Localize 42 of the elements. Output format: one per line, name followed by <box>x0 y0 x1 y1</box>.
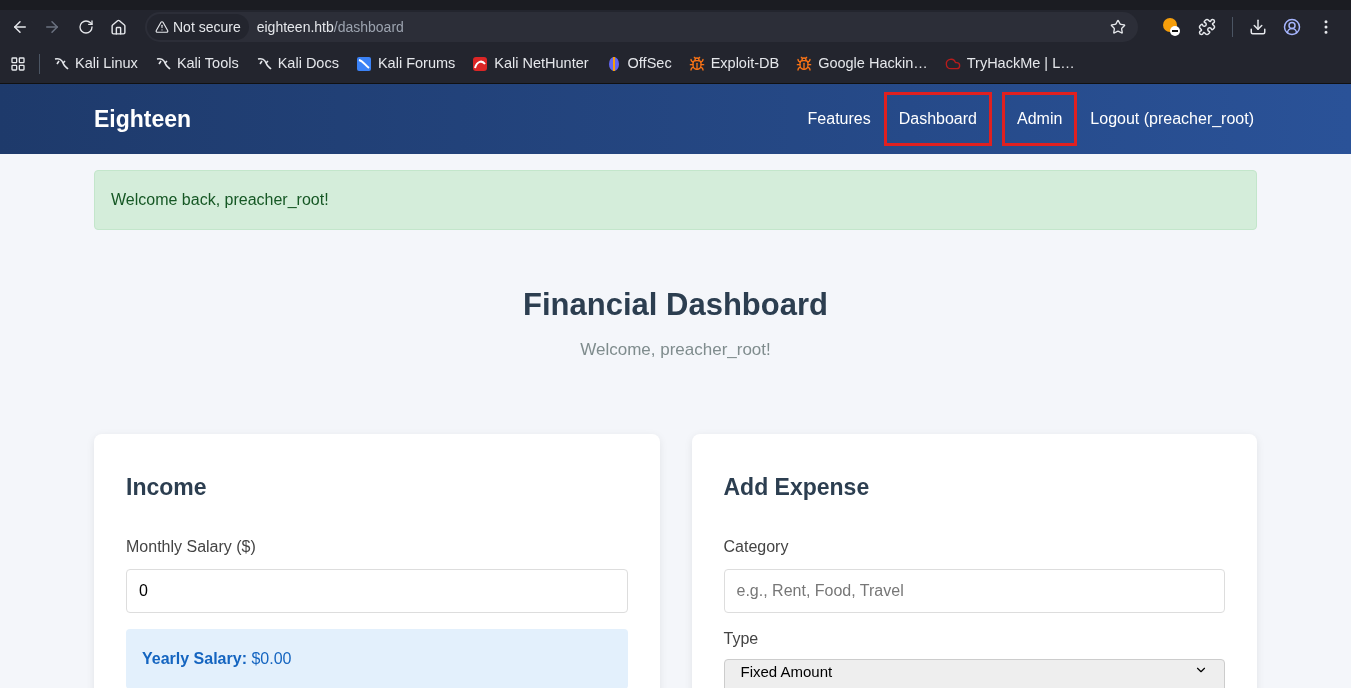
nav-link[interactable]: Logout (preacher_root) <box>1087 95 1257 143</box>
type-select[interactable]: Fixed Amount <box>723 658 1225 688</box>
bookmark-link[interactable]: Kali Forums <box>355 52 456 75</box>
page-subtitle: Welcome, preacher_root! <box>579 338 772 361</box>
yearly-salary-text: Yearly Salary: $0.00 <box>142 648 292 669</box>
extensions-icon[interactable] <box>1198 18 1216 36</box>
card-title: Add Expense <box>723 473 871 503</box>
bookmark-link[interactable]: Kali Tools <box>154 52 239 75</box>
bookmark-link[interactable]: Kali Docs <box>255 52 339 75</box>
reload-icon[interactable] <box>78 19 94 35</box>
home-icon[interactable] <box>110 18 127 36</box>
nav-link[interactable]: Admin <box>1002 92 1078 146</box>
extension-badge-icon[interactable] <box>1162 17 1182 37</box>
bug-icon <box>688 55 705 72</box>
bookmark-link[interactable]: TryHackMe | L… <box>944 52 1075 75</box>
nav-link[interactable]: Dashboard <box>883 92 992 146</box>
address-bar[interactable]: Not secure eighteen.htb/dashboard <box>145 12 1138 42</box>
warning-icon <box>155 20 169 34</box>
profile-icon[interactable] <box>1283 18 1301 36</box>
field-label: Type <box>723 628 760 649</box>
field-label: Category <box>723 536 790 557</box>
forward-icon[interactable] <box>43 18 61 36</box>
bookmark-star-icon[interactable] <box>1110 19 1126 35</box>
page-title: Financial Dashboard <box>522 286 829 324</box>
category-input[interactable]: e.g., Rent, Food, Travel <box>723 568 1225 613</box>
security-chip[interactable]: Not secure <box>147 14 249 40</box>
bookmark-link[interactable]: Kali Linux <box>53 52 138 75</box>
url-text: eighteen.htb/dashboard <box>256 17 404 37</box>
back-icon[interactable] <box>11 18 29 36</box>
field-label: Monthly Salary ($) <box>126 536 257 557</box>
bookmark-link[interactable]: Google Hackin… <box>796 52 928 75</box>
brand-logo-text[interactable]: Eighteen <box>94 101 192 137</box>
bookmark-link[interactable]: Exploit-DB <box>688 52 780 75</box>
nav-link[interactable]: Features <box>804 95 874 143</box>
welcome-alert: Welcome back, preacher_root! <box>94 170 1257 230</box>
card-title: Income <box>126 473 208 503</box>
bookmark-link[interactable]: OffSec <box>605 52 672 75</box>
bookmark-link[interactable]: Kali NetHunter <box>472 52 589 75</box>
bug-icon <box>796 55 813 72</box>
apps-grid-icon[interactable] <box>10 55 26 72</box>
download-icon[interactable] <box>1249 18 1267 36</box>
salary-input[interactable]: 0 <box>126 568 628 613</box>
